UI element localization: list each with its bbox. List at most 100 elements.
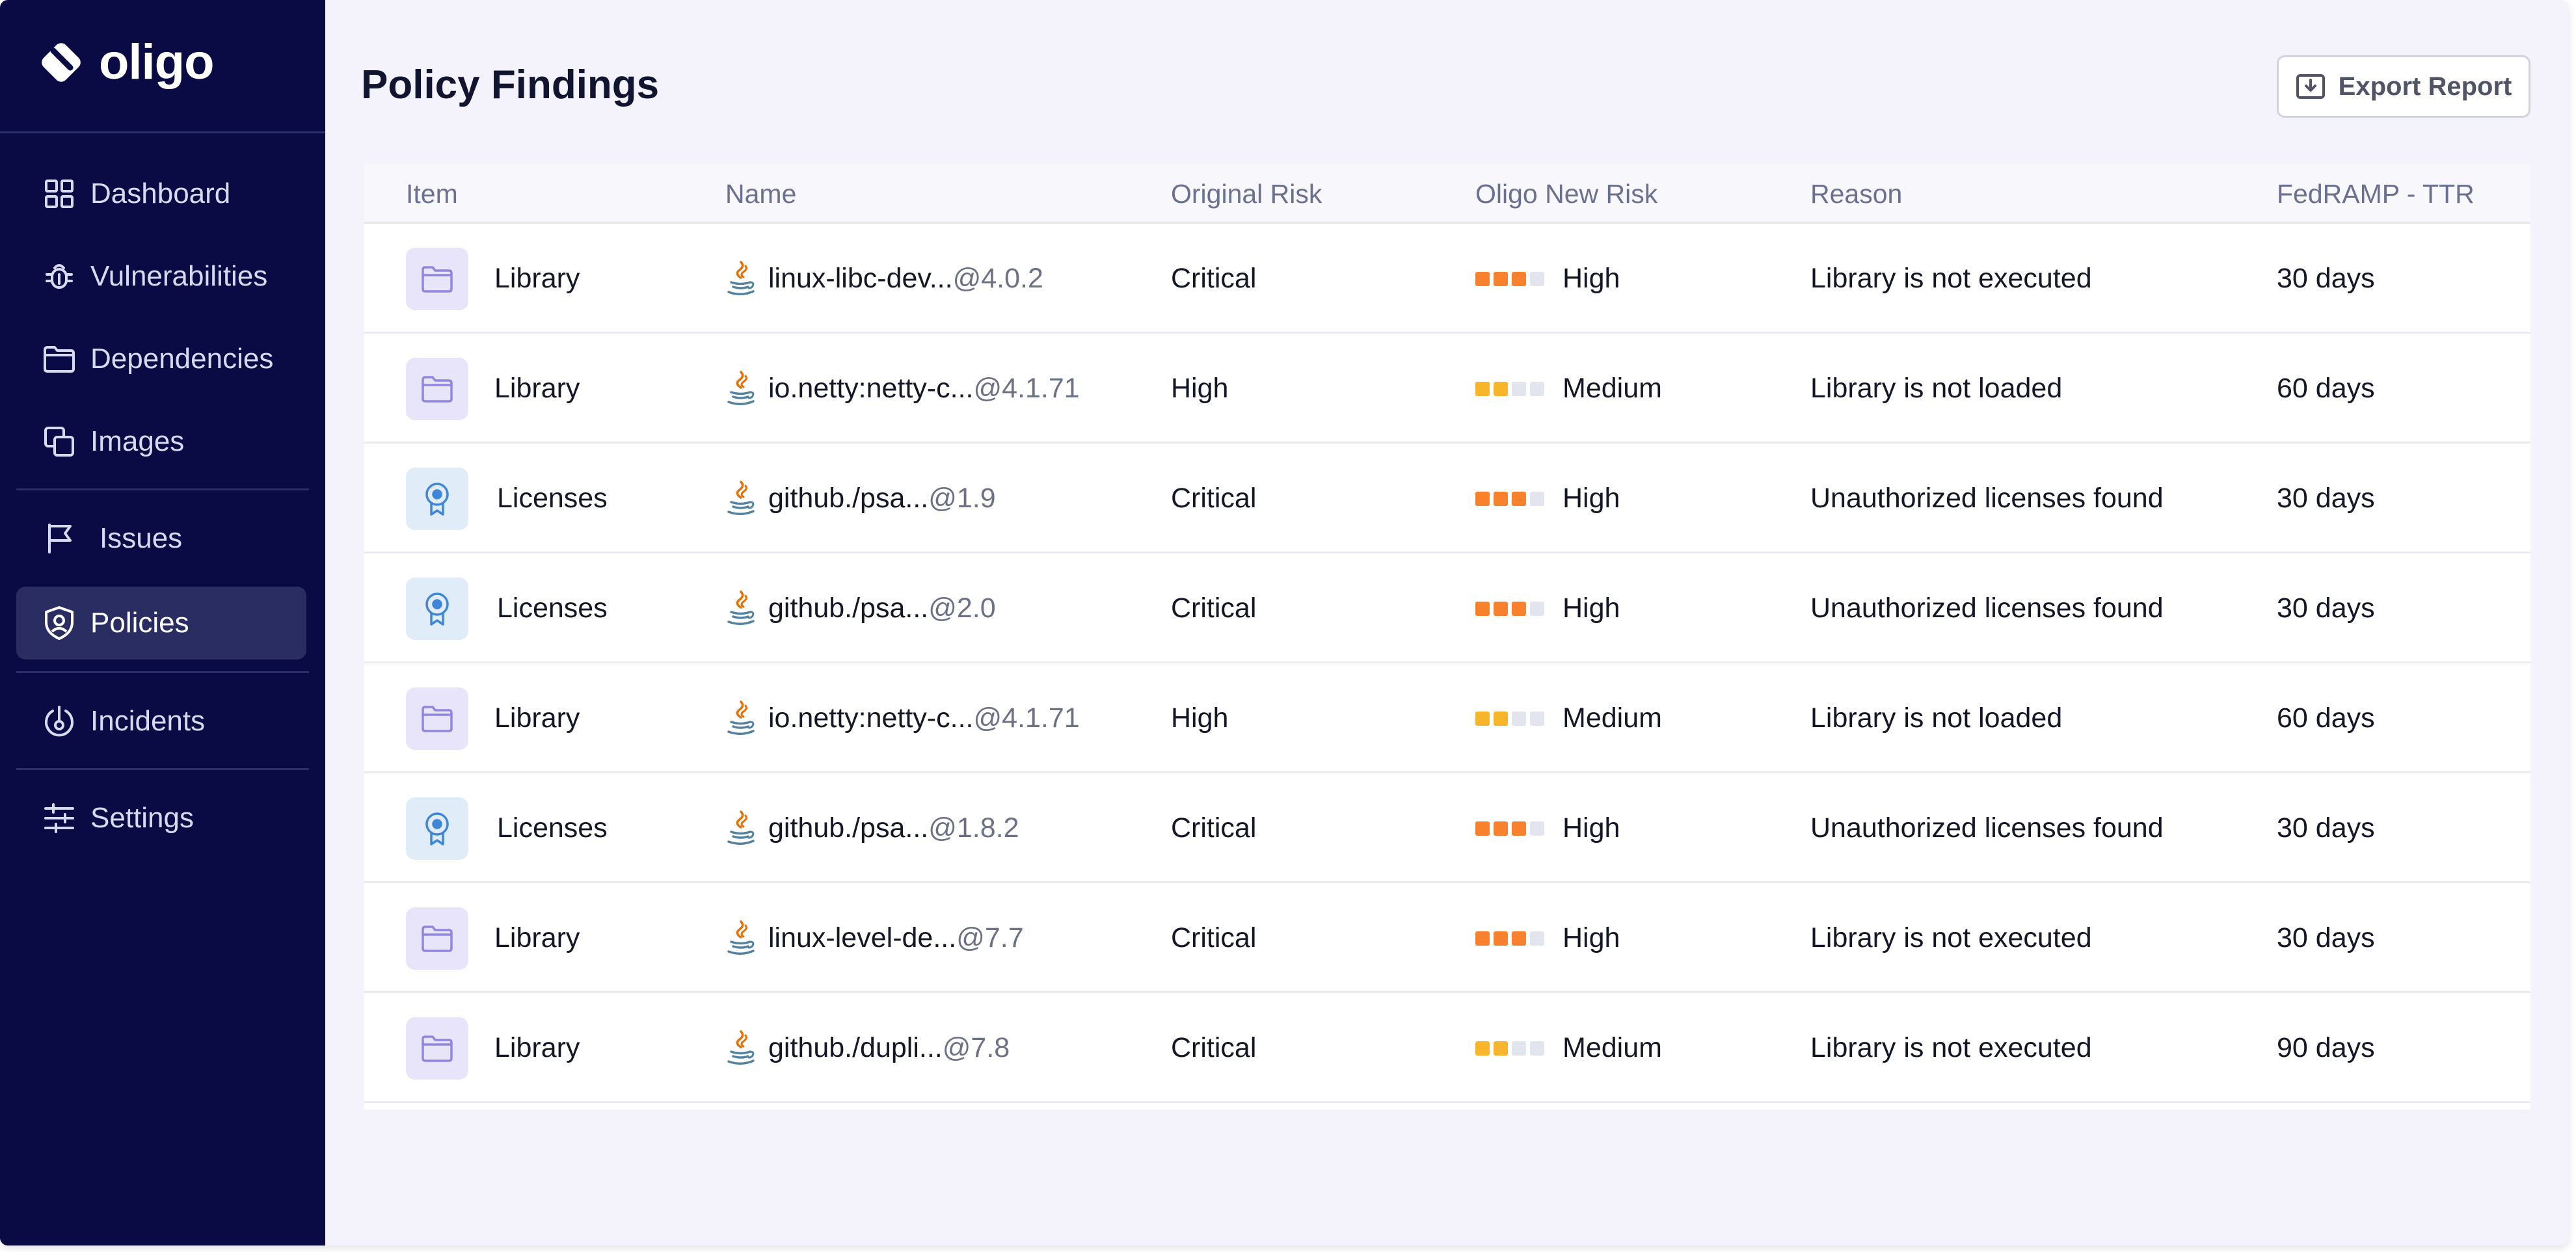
original-risk-cell: Critical (1171, 263, 1257, 294)
sidebar-item-incidents[interactable]: Incidents (16, 685, 306, 758)
sidebar-item-issues[interactable]: Issues (16, 502, 306, 575)
sidebar-item-dashboard[interactable]: Dashboard (16, 157, 306, 230)
risk-dot (1475, 271, 1490, 286)
name-cell[interactable]: github./psa... @2.0 (725, 553, 996, 663)
java-icon (725, 1030, 757, 1067)
new-risk-label: Medium (1563, 702, 1662, 734)
package-name: linux-libc-dev... (768, 263, 953, 294)
table-row[interactable]: Library io.netty:netty-c... @4.1.71 High (364, 663, 2530, 773)
item-type-label: Licenses (497, 593, 608, 624)
new-risk-cell: Medium (1475, 993, 1662, 1103)
reason-cell: Library is not executed (1810, 922, 2092, 953)
new-risk-cell: Medium (1475, 663, 1662, 773)
item-cell: Library (406, 334, 580, 444)
item-cell: Library (406, 224, 580, 334)
name-cell[interactable]: io.netty:netty-c... @4.1.71 (725, 663, 1080, 773)
new-risk-cell: High (1475, 773, 1620, 883)
column-header-reason[interactable]: Reason (1810, 164, 1902, 224)
column-header-item[interactable]: Item (406, 164, 458, 224)
risk-dot (1530, 931, 1544, 946)
sidebar-item-images[interactable]: Images (16, 405, 306, 478)
name-cell[interactable]: io.netty:netty-c... @4.1.71 (725, 334, 1080, 444)
risk-dot (1475, 821, 1490, 836)
sidebar-item-label: Policies (90, 607, 189, 639)
main-content: Policy Findings Export Report Item Name … (325, 0, 2568, 1245)
risk-level-indicator (1475, 601, 1544, 616)
name-cell[interactable]: github./psa... @1.8.2 (725, 773, 1019, 883)
original-risk-cell: Critical (1171, 483, 1257, 514)
table-row[interactable]: Library github./dupli... @7.8 Critical M… (364, 993, 2530, 1103)
risk-level-indicator (1475, 381, 1544, 396)
column-header-new-risk[interactable]: Oligo New Risk (1475, 164, 1657, 224)
brand-logo[interactable]: oligo (36, 38, 215, 87)
risk-dot (1530, 271, 1544, 286)
ttr-cell: 30 days (2277, 812, 2375, 844)
item-cell: Licenses (406, 553, 608, 663)
risk-dot (1530, 381, 1544, 396)
risk-level-indicator (1475, 271, 1544, 286)
table-row[interactable]: Library io.netty:netty-c... @4.1.71 High (364, 334, 2530, 444)
new-risk-label: High (1563, 263, 1620, 294)
risk-dot (1530, 491, 1544, 506)
column-header-ttr[interactable]: FedRAMP - TTR (2277, 164, 2475, 224)
library-folder-icon (406, 907, 468, 970)
column-header-original-risk[interactable]: Original Risk (1171, 164, 1322, 224)
package-name: github./psa... (768, 593, 929, 624)
package-name: github./psa... (768, 483, 929, 514)
sidebar-divider (16, 768, 309, 770)
name-cell[interactable]: linux-libc-dev... @4.0.2 (725, 224, 1043, 334)
sidebar-item-policies[interactable]: Policies (16, 587, 306, 659)
item-cell: Library (406, 993, 580, 1103)
sidebar-item-label: Dashboard (90, 178, 231, 209)
item-cell: Library (406, 663, 580, 773)
risk-dot (1475, 381, 1490, 396)
sidebar-item-settings[interactable]: Settings (16, 782, 306, 855)
risk-dot (1475, 601, 1490, 616)
new-risk-label: Medium (1563, 373, 1662, 404)
risk-dot (1512, 381, 1526, 396)
reason-cell: Library is not executed (1810, 263, 2092, 294)
package-name: io.netty:netty-c... (768, 373, 974, 404)
new-risk-label: High (1563, 812, 1620, 844)
new-risk-cell: High (1475, 444, 1620, 553)
table-row[interactable]: Licenses github./psa... @2.0 Critical Hi… (364, 553, 2530, 663)
new-risk-cell: Medium (1475, 334, 1662, 444)
reason-cell: Unauthorized licenses found (1810, 812, 2164, 844)
risk-level-indicator (1475, 711, 1544, 726)
item-type-label: Licenses (497, 812, 608, 844)
java-icon (725, 480, 757, 517)
item-cell: Library (406, 883, 580, 993)
risk-dot (1494, 711, 1508, 726)
license-icon (406, 577, 468, 640)
library-folder-icon (406, 247, 468, 310)
sidebar-item-label: Settings (90, 802, 194, 834)
column-header-name[interactable]: Name (725, 164, 796, 224)
bug-icon (41, 258, 77, 295)
sidebar-item-label: Issues (100, 522, 183, 554)
sidebar-item-dependencies[interactable]: Dependencies (16, 323, 306, 395)
export-report-button[interactable]: Export Report (2277, 55, 2530, 118)
name-cell[interactable]: github./dupli... @7.8 (725, 993, 1010, 1103)
original-risk-cell: Critical (1171, 1032, 1257, 1063)
original-risk-cell: Critical (1171, 922, 1257, 953)
name-cell[interactable]: linux-level-de... @7.7 (725, 883, 1024, 993)
sliders-icon (41, 800, 77, 836)
table-row[interactable]: Library linux-libc-dev... @4.0.2 Critica… (364, 224, 2530, 334)
sidebar-item-vulnerabilities[interactable]: Vulnerabilities (16, 240, 306, 313)
risk-dot (1512, 601, 1526, 616)
reason-cell: Unauthorized licenses found (1810, 593, 2164, 624)
table-row[interactable]: Library linux-level-de... @7.7 Critical (364, 883, 2530, 993)
package-version: @4.1.71 (973, 373, 1080, 404)
java-icon (725, 260, 757, 297)
risk-dot (1530, 821, 1544, 836)
package-name: github./dupli... (768, 1032, 943, 1063)
table-row[interactable]: Licenses github./psa... @1.8.2 Critical (364, 773, 2530, 883)
package-name: github./psa... (768, 812, 929, 844)
flag-icon (41, 520, 77, 557)
risk-level-indicator (1475, 821, 1544, 836)
new-risk-cell: High (1475, 224, 1620, 334)
item-type-label: Licenses (497, 483, 608, 514)
library-folder-icon (406, 357, 468, 420)
table-row[interactable]: Licenses github./psa... @1.9 Critical Hi… (364, 444, 2530, 553)
name-cell[interactable]: github./psa... @1.9 (725, 444, 996, 553)
